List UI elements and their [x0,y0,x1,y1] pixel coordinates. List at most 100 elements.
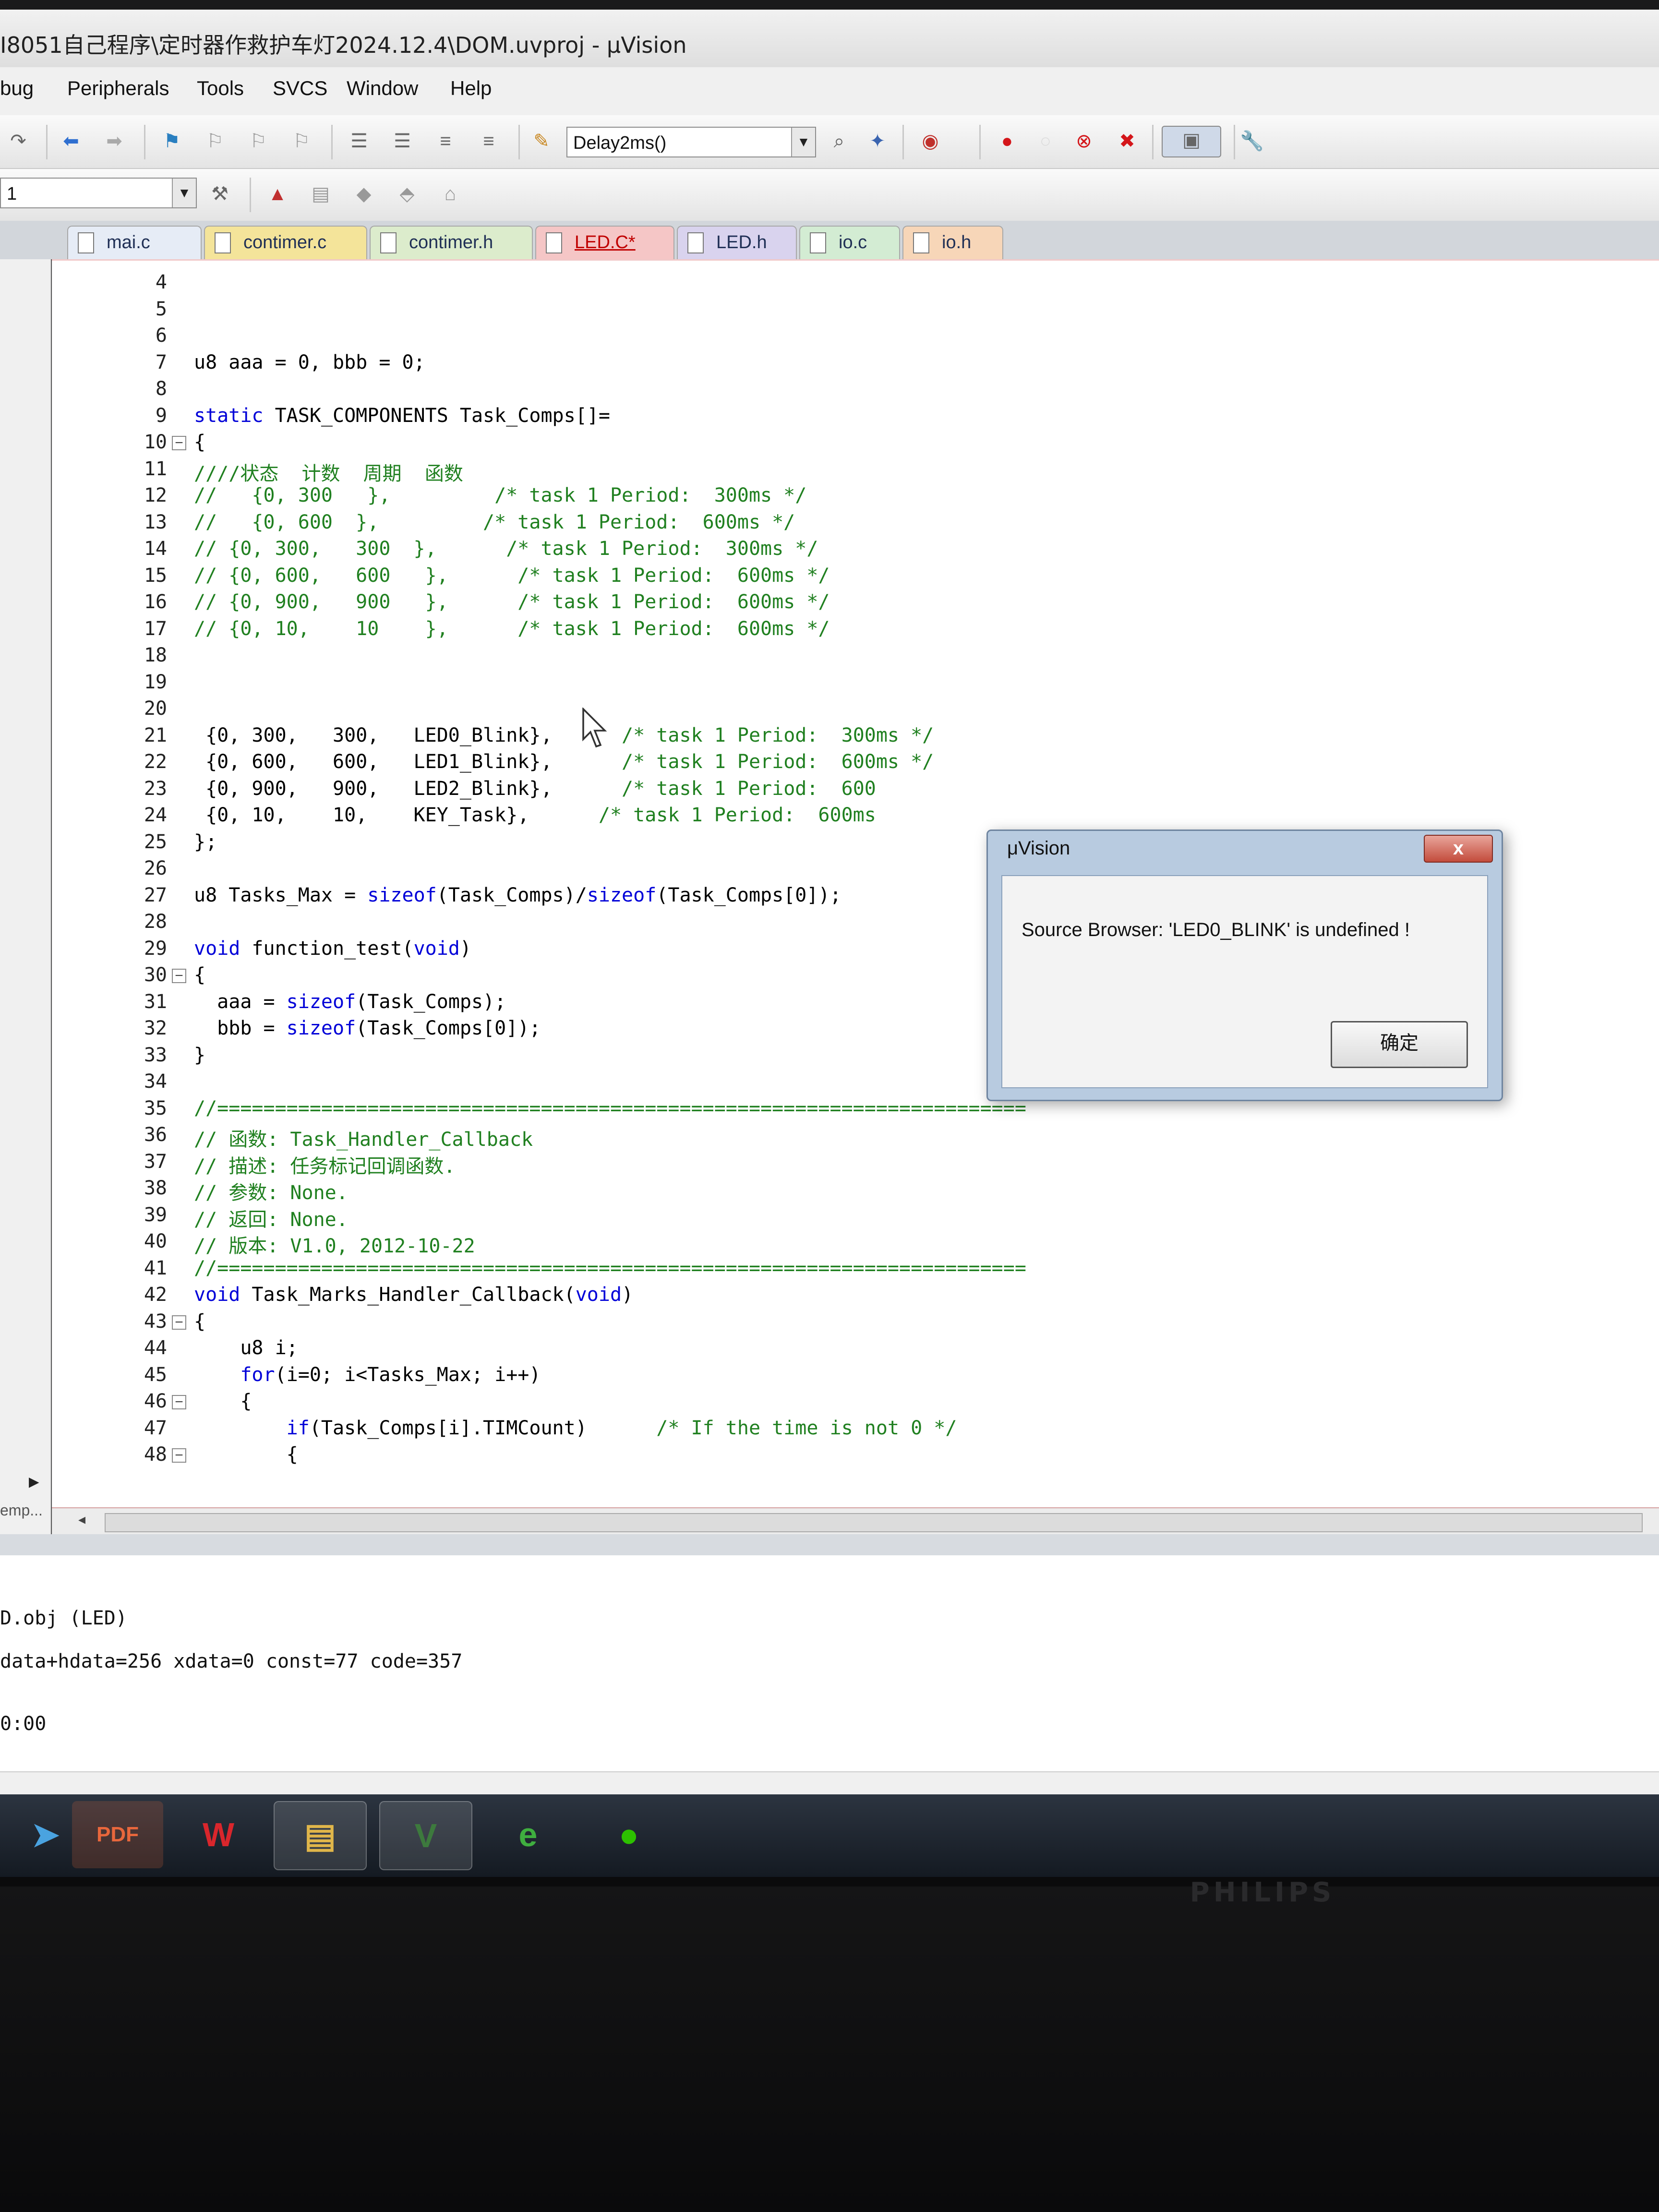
code-line[interactable]: if(Task_Comps[i].TIMCount) /* If the tim… [194,1417,957,1439]
incremental-find-icon[interactable]: ✦ [864,128,891,155]
find-icon[interactable]: ⌕ [826,128,853,155]
disable-all-breakpoints-icon[interactable]: ⊗ [1070,128,1097,155]
code-line[interactable]: {0, 300, 300, LED0_Blink}, /* task 1 Per… [194,724,934,746]
menu-tools[interactable]: Tools [197,77,244,100]
code-line[interactable]: //======================================… [194,1097,1026,1119]
tab-contimer-h[interactable]: contimer.h [370,226,533,259]
code-line[interactable]: {0, 900, 900, LED2_Blink}, /* task 1 Per… [194,778,876,800]
code-line[interactable]: // {0, 600 }, /* task 1 Period: 600ms */ [194,511,795,533]
breakpoint-icon[interactable]: ● [994,128,1021,155]
find-in-files-icon[interactable]: ✎ [528,128,555,155]
chevron-down-icon[interactable]: ▼ [172,179,196,207]
code-line[interactable]: u8 aaa = 0, bbb = 0; [194,351,425,373]
fold-toggle-icon[interactable]: − [172,969,186,983]
code-line[interactable]: // 参数: None. [194,1177,348,1205]
code-line[interactable]: } [194,1044,205,1066]
select-packs-icon[interactable]: ▤ [307,180,334,207]
code-line[interactable]: // 函数: Task_Handler_Callback [194,1124,533,1152]
forward-arrow-icon[interactable]: ➡ [101,128,128,155]
fold-toggle-icon[interactable]: − [172,436,186,450]
code-line[interactable]: // 描述: 任务标记回调函数. [194,1151,456,1178]
bookmark-icon[interactable]: ⚑ [158,128,185,155]
back-arrow-icon[interactable]: ⬅ [58,128,84,155]
code-line[interactable]: u8 Tasks_Max = sizeof(Task_Comps)/sizeof… [194,884,842,906]
panel-splitter[interactable] [0,1534,1659,1555]
tab-io-c[interactable]: io.c [799,226,900,259]
code-line[interactable]: {0, 600, 600, LED1_Blink}, /* task 1 Per… [194,751,934,773]
file-explorer-icon[interactable]: ▤ [274,1801,367,1870]
code-line[interactable]: { [194,431,205,453]
ok-button[interactable]: 确定 [1331,1021,1468,1068]
code-line[interactable]: }; [194,831,217,853]
code-line[interactable]: {0, 10, 10, KEY_Task}, /* task 1 Period:… [194,804,876,826]
code-line[interactable]: bbb = sizeof(Task_Comps[0]); [194,1017,541,1039]
menu-svcs[interactable]: SVCS [273,77,327,100]
code-line[interactable]: { [194,1443,298,1466]
window-layout-icon[interactable]: ▣ [1162,126,1221,157]
code-line[interactable]: // 版本: V1.0, 2012-10-22 [194,1230,475,1258]
mouse-cursor-icon [582,708,607,748]
tab-io-h[interactable]: io.h [902,226,1003,259]
function-combo[interactable]: Delay2ms() ▼ [566,127,816,157]
chevron-down-icon[interactable]: ▼ [791,128,815,156]
fold-toggle-icon[interactable]: − [172,1448,186,1463]
tab-led-c[interactable]: LED.C* [535,226,674,259]
uncomment-icon[interactable]: ≡ [475,128,502,155]
panel-bottom-tab[interactable]: emp... [0,1502,43,1519]
code-line[interactable]: { [194,964,205,986]
code-line[interactable]: // {0, 900, 900 }, /* task 1 Period: 600… [194,591,830,613]
pack-installer-icon[interactable]: ⬘ [394,180,421,207]
disable-breakpoint-icon[interactable]: ○ [1032,128,1059,155]
keil-uvision-icon[interactable]: V [379,1801,472,1870]
code-line[interactable]: void Task_Marks_Handler_Callback(void) [194,1284,633,1306]
code-line[interactable]: ////状态 计数 周期 函数 [194,458,463,486]
pdf-icon[interactable]: PDF [72,1801,163,1868]
horizontal-scrollbar[interactable]: ◂ [52,1507,1659,1535]
build-toolbar: ↷ ⬅ ➡ ⚑ ⚐ ⚐ ⚐ ☰ ☰ ≡ ≡ ✎ Delay2ms() ▼ ⌕ ✦… [0,115,1659,169]
code-line[interactable]: // {0, 600, 600 }, /* task 1 Period: 600… [194,565,830,587]
code-line[interactable]: aaa = sizeof(Task_Comps); [194,991,506,1013]
software-components-icon[interactable]: ◆ [350,180,377,207]
code-line[interactable]: static TASK_COMPONENTS Task_Comps[]= [194,405,610,427]
code-line[interactable]: // {0, 10, 10 }, /* task 1 Period: 600ms… [194,618,830,640]
fold-toggle-icon[interactable]: − [172,1315,186,1330]
target-options-icon[interactable]: ⚒ [206,180,233,207]
tab-mai-c[interactable]: mai.c [67,226,202,259]
tab-led-h[interactable]: LED.h [677,226,797,259]
code-line[interactable]: { [194,1390,252,1412]
menu-peripherals[interactable]: Peripherals [67,77,169,100]
code-line[interactable]: { [194,1310,205,1333]
code-line[interactable]: // 返回: None. [194,1204,348,1232]
wps-icon[interactable]: W [173,1801,264,1868]
menu-window[interactable]: Window [347,77,418,100]
fold-toggle-icon[interactable]: − [172,1395,186,1409]
code-line[interactable]: void function_test(void) [194,938,471,960]
debug-session-icon[interactable]: ◉ [917,128,944,155]
comment-icon[interactable]: ≡ [432,128,459,155]
target-combo[interactable]: 1 ▼ [0,178,197,208]
code-line[interactable]: //======================================… [194,1257,1026,1279]
menu-debug[interactable]: bug [0,77,34,100]
panel-scroll-right-icon[interactable]: ▶ [29,1474,39,1490]
wechat-icon[interactable]: ● [583,1801,674,1868]
code-line[interactable]: // {0, 300 }, /* task 1 Period: 300ms */ [194,484,806,506]
kill-breakpoints-icon[interactable]: ✖ [1114,128,1141,155]
redo-icon[interactable]: ↷ [5,128,32,155]
menu-help[interactable]: Help [450,77,492,100]
scroll-left-icon[interactable]: ◂ [78,1511,85,1528]
tab-contimer-c[interactable]: contimer.c [204,226,367,259]
code-line[interactable]: u8 i; [194,1337,298,1359]
ie-browser-icon[interactable]: e [482,1801,574,1868]
manage-components-icon[interactable]: ▲ [264,180,291,207]
code-line[interactable]: // {0, 300, 300 }, /* task 1 Period: 300… [194,538,818,560]
packs-icon[interactable]: ⌂ [437,180,464,207]
configure-icon[interactable]: 🔧 [1238,128,1265,155]
indent-icon[interactable]: ☰ [346,128,373,155]
code-line[interactable]: for(i=0; i<Tasks_Max; i++) [194,1364,541,1386]
prev-bookmark-icon[interactable]: ⚐ [202,128,228,155]
clear-bookmarks-icon[interactable]: ⚐ [288,128,315,155]
scrollbar-thumb[interactable] [105,1513,1643,1532]
unindent-icon[interactable]: ☰ [389,128,416,155]
next-bookmark-icon[interactable]: ⚐ [245,128,272,155]
close-button[interactable]: x [1424,835,1493,863]
